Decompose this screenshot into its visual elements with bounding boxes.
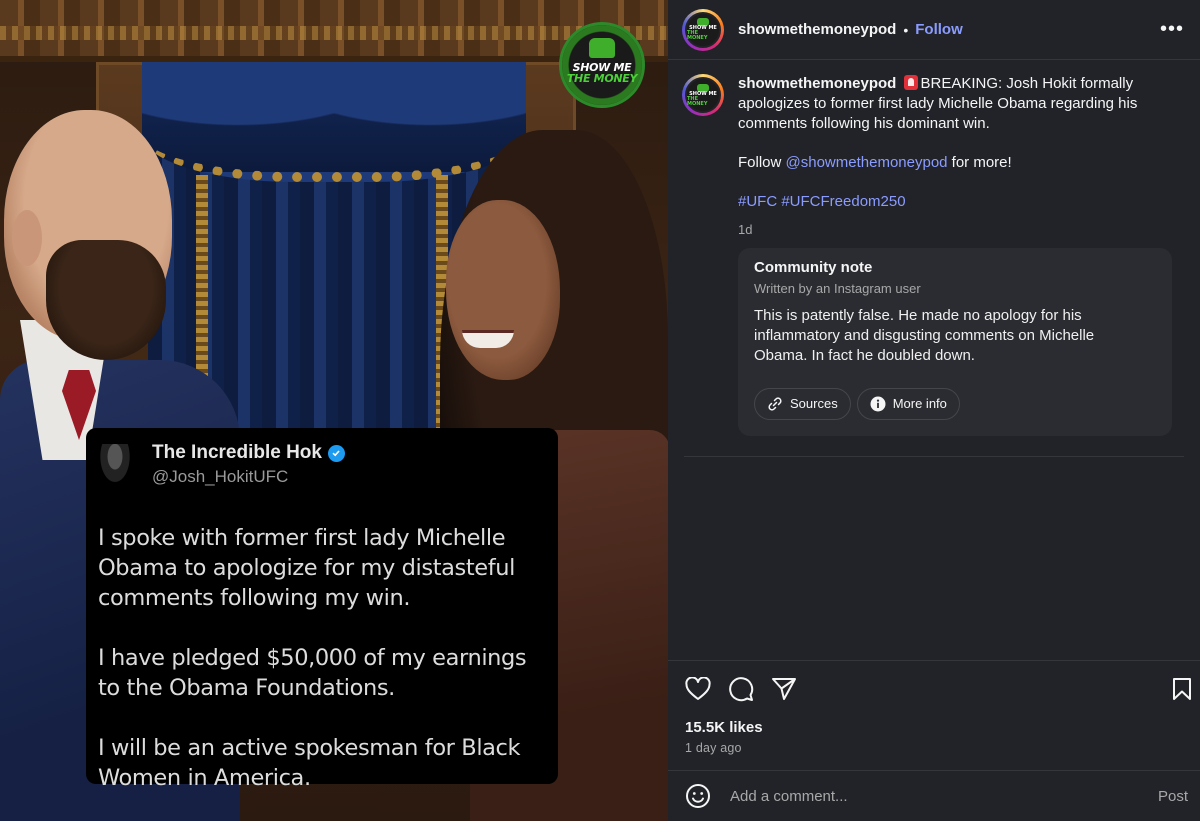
emoji-button[interactable]	[684, 782, 712, 810]
post-timestamp: 1 day ago	[685, 741, 742, 755]
instagram-post-view: SHOW ME THE MONEY The Incredible Hok @Jo…	[0, 0, 1200, 821]
likes-count[interactable]: 15.5K likes	[685, 719, 763, 736]
woman-face	[446, 200, 560, 380]
tweet-paragraph: I spoke with former first lady Michelle …	[98, 525, 515, 611]
tweet-screenshot: The Incredible Hok @Josh_HokitUFC I spok…	[86, 428, 558, 791]
save-button[interactable]	[1168, 675, 1196, 703]
avatar-text: THE MONEY	[687, 95, 708, 107]
man-ear	[12, 210, 42, 266]
follow-prefix: Follow	[738, 154, 786, 171]
comment-icon	[729, 677, 754, 702]
more-info-label: More info	[892, 396, 947, 411]
caption-avatar[interactable]: SHOW ME THE MONEY	[682, 74, 724, 116]
siren-emoji-icon	[903, 75, 918, 90]
community-note-title: Community note	[754, 259, 873, 276]
post-sidebar: SHOW ME THE MONEY showmethemoneypod • Fo…	[668, 0, 1200, 821]
separator-dot: •	[903, 21, 909, 38]
info-icon	[870, 396, 886, 412]
heart-icon	[685, 677, 711, 700]
tweet-author-name: The Incredible Hok	[152, 442, 322, 463]
tweet-paragraph: I have pledged $50,000 of my earnings to…	[98, 645, 527, 701]
more-info-button[interactable]: More info	[856, 388, 960, 420]
bookmark-icon	[1173, 678, 1191, 700]
community-note-subtitle: Written by an Instagram user	[754, 281, 921, 296]
link-icon	[768, 397, 782, 411]
divider	[684, 456, 1184, 457]
avatar-text: THE MONEY	[687, 30, 708, 41]
comment-bar: Post	[668, 771, 1200, 821]
show-me-the-money-logo: SHOW ME THE MONEY	[559, 22, 645, 108]
hashtag-link[interactable]: #UFC	[738, 193, 777, 210]
mention-link[interactable]: @showmethemoneypod	[786, 154, 948, 171]
more-options-icon[interactable]: •••	[1160, 18, 1184, 41]
action-bar	[684, 674, 1191, 704]
fist-icon	[589, 38, 615, 58]
comment-button[interactable]	[727, 675, 755, 703]
emoji-icon	[686, 784, 710, 808]
caption-username[interactable]: showmethemoneypod	[738, 75, 896, 92]
caption: showmethemoneypod BREAKING: Josh Hokit f…	[738, 74, 1172, 436]
caption-block: SHOW ME THE MONEY showmethemoneypod BREA…	[682, 74, 1182, 436]
caption-time: 1d	[738, 222, 753, 237]
post-comment-button[interactable]: Post	[1158, 788, 1188, 805]
sources-button[interactable]: Sources	[754, 388, 851, 420]
curtain-valance	[142, 62, 526, 182]
man-beard	[46, 240, 166, 360]
verified-badge-icon	[327, 444, 345, 462]
post-image[interactable]: SHOW ME THE MONEY The Incredible Hok @Jo…	[0, 0, 668, 821]
tweet-handle: @Josh_HokitUFC	[152, 467, 289, 486]
badge-line2: THE MONEY	[566, 72, 638, 85]
divider	[668, 660, 1200, 661]
send-icon	[772, 678, 796, 700]
avatar[interactable]: SHOW ME THE MONEY	[682, 8, 724, 51]
tweet-body: I spoke with former first lady Michelle …	[98, 523, 540, 793]
post-header: SHOW ME THE MONEY showmethemoneypod • Fo…	[668, 0, 1200, 60]
hashtag-link[interactable]: #UFCFreedom250	[781, 193, 905, 210]
tweet-avatar	[98, 443, 132, 486]
header-username[interactable]: showmethemoneypod	[738, 21, 896, 38]
tweet-header: The Incredible Hok @Josh_HokitUFC	[98, 442, 540, 487]
follow-button[interactable]: Follow	[915, 21, 963, 38]
tweet-paragraph: I will be an active spokesman for Black …	[98, 735, 521, 791]
comment-input[interactable]	[730, 787, 1130, 805]
follow-suffix: for more!	[947, 154, 1012, 171]
share-button[interactable]	[770, 675, 798, 703]
community-note-body: This is patently false. He made no apolo…	[754, 307, 1095, 364]
sources-label: Sources	[790, 396, 838, 411]
like-button[interactable]	[684, 675, 712, 703]
community-note: Community note Written by an Instagram u…	[738, 248, 1172, 436]
